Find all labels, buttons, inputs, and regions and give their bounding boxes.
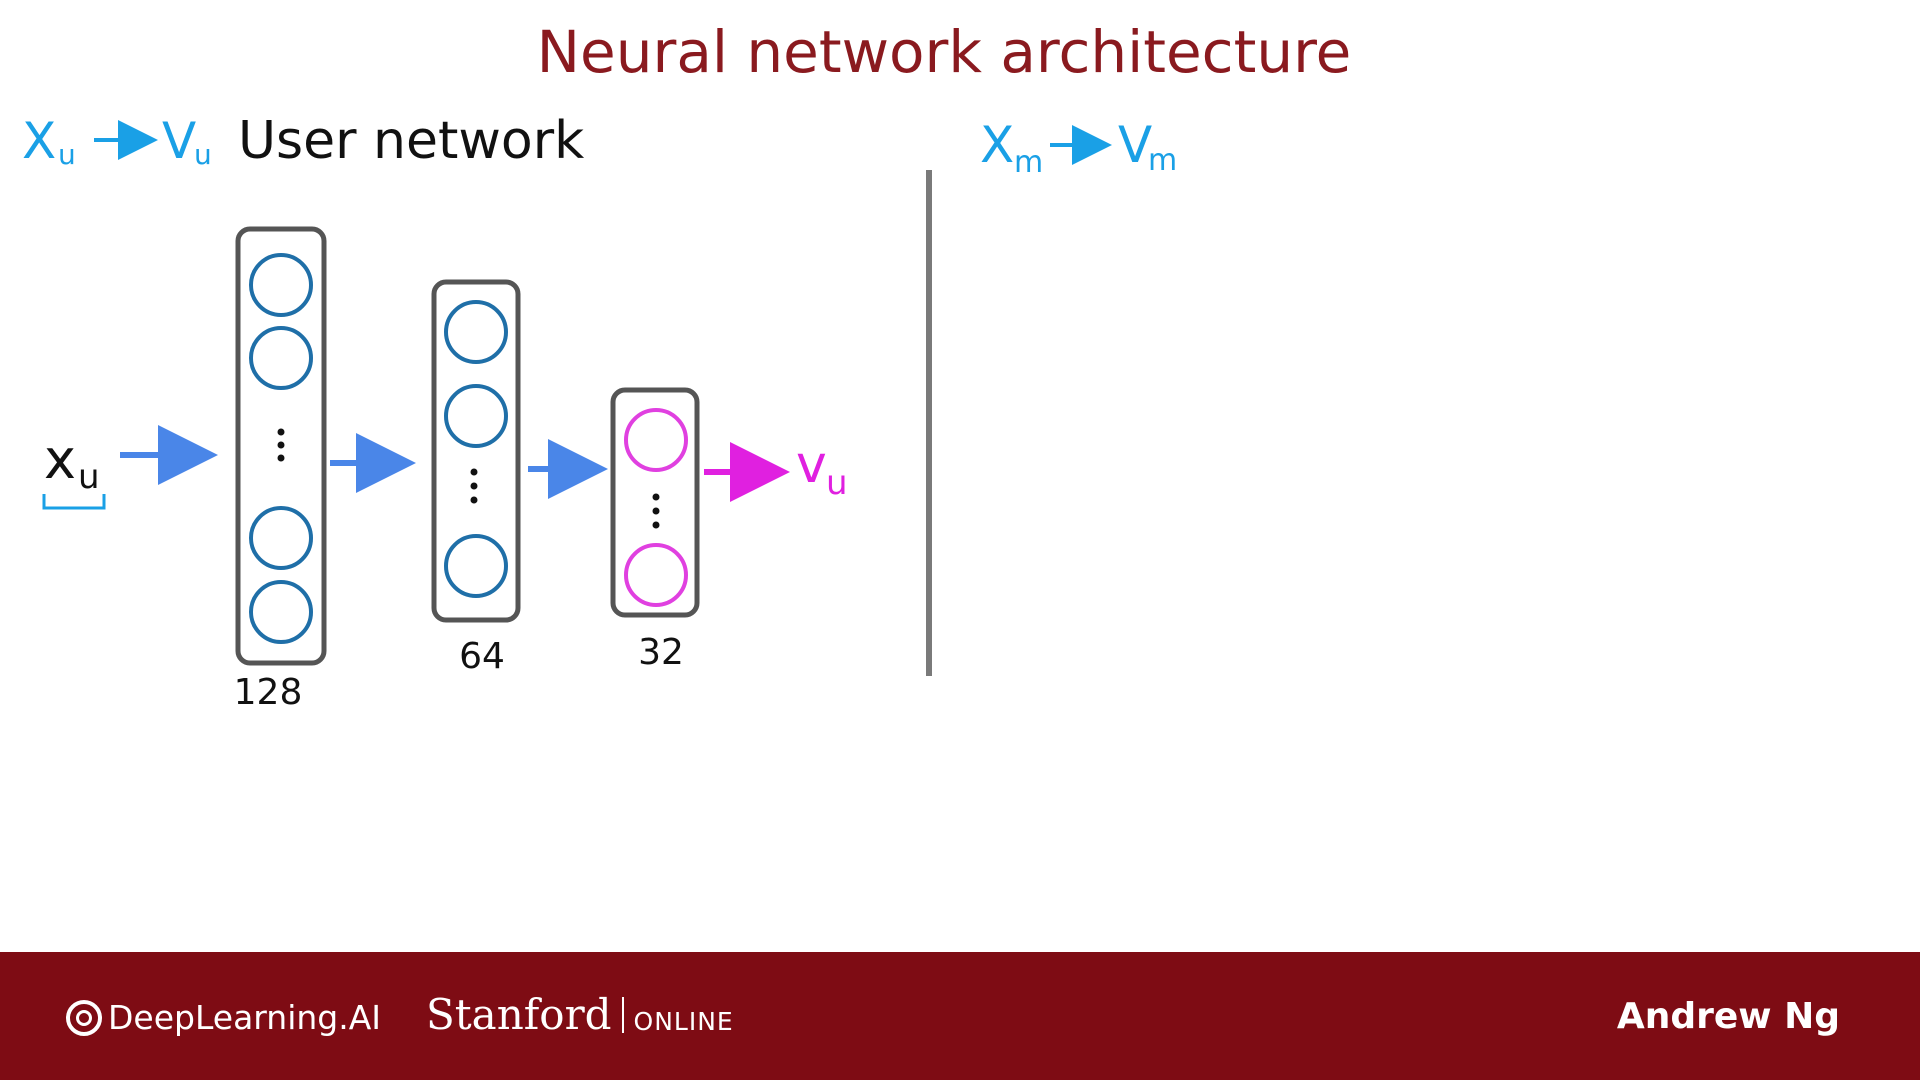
ellipsis-dot: [470, 482, 478, 490]
output-neuron: [624, 543, 688, 607]
movie-mapping: X m V m: [980, 116, 1177, 180]
ellipsis-dot: [652, 521, 660, 529]
neuron: [444, 384, 508, 448]
online-logo-text: ONLINE: [633, 1007, 734, 1036]
input-label: x: [44, 428, 76, 491]
movie-mapping-from: X: [980, 116, 1014, 174]
stanford-logo-text: Stanford: [426, 990, 612, 1039]
user-mapping-from: X: [22, 112, 56, 170]
logo-divider: [621, 996, 624, 1033]
output-neuron: [624, 408, 688, 472]
user-mapping-to: V: [162, 112, 196, 170]
neuron: [249, 506, 313, 570]
stanford-online-logo: Stanford ONLINE: [426, 990, 734, 1039]
output-label: v: [796, 435, 827, 495]
neuron: [444, 300, 508, 364]
diagram-canvas: X u V u User network X m V m x u 128 64 …: [22, 111, 1177, 713]
ellipsis-dot: [277, 441, 285, 449]
layer-3: 32: [610, 387, 700, 673]
layer-3-size: 32: [638, 632, 684, 673]
ellipsis-dot: [277, 428, 285, 436]
neuron: [249, 253, 313, 317]
layer-2: 64: [431, 279, 521, 677]
ellipsis-dot: [652, 507, 660, 515]
user-mapping-to-sub: u: [194, 138, 212, 171]
user-network-heading: User network: [238, 111, 584, 171]
movie-mapping-from-sub: m: [1014, 145, 1043, 180]
neuron: [444, 534, 508, 598]
layer-1: 128: [234, 226, 327, 713]
deeplearning-mark-icon: [66, 999, 102, 1036]
author-name: Andrew Ng: [1616, 996, 1840, 1037]
footer-bar: DeepLearning.AI Stanford ONLINE Andrew N…: [0, 952, 1920, 1080]
ellipsis-dot: [470, 468, 478, 476]
deeplearning-logo: DeepLearning.AI: [66, 998, 381, 1037]
output-label-sub: u: [826, 463, 848, 503]
layer-1-size: 128: [234, 672, 303, 713]
input-label-sub: u: [78, 457, 100, 497]
ellipsis-dot: [470, 496, 478, 504]
layer-2-size: 64: [459, 636, 505, 677]
neuron: [249, 580, 313, 644]
user-mapping-from-sub: u: [58, 138, 76, 171]
user-mapping: X u V u: [22, 112, 212, 171]
neuron: [249, 326, 313, 390]
ellipsis-dot: [652, 493, 660, 501]
ellipsis-dot: [277, 454, 285, 462]
movie-mapping-to-sub: m: [1148, 143, 1177, 178]
deeplearning-logo-text: DeepLearning.AI: [108, 998, 382, 1037]
